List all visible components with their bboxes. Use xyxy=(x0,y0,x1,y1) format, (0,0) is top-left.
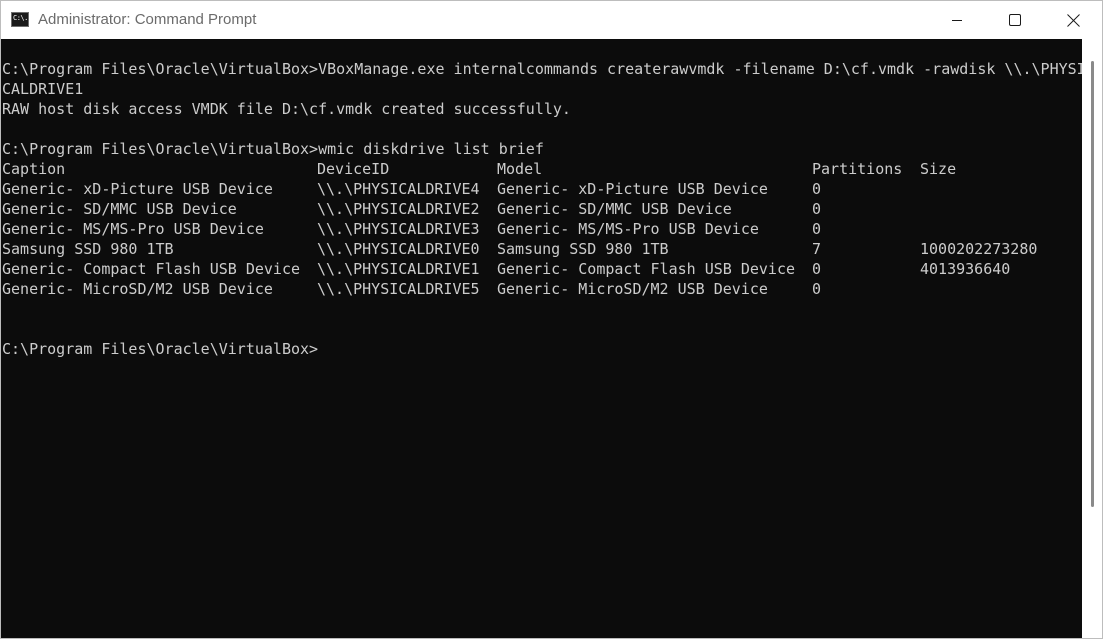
close-button[interactable] xyxy=(1044,1,1102,39)
console-output[interactable]: C:\Program Files\Oracle\VirtualBox>VBoxM… xyxy=(2,39,1082,638)
app-icon-glyph: C:\. xyxy=(13,14,28,22)
row-caption: Generic- MS/MS-Pro USB Device xyxy=(2,220,264,238)
row-caption: Generic- MicroSD/M2 USB Device xyxy=(2,280,273,298)
row-model: Generic- SD/MMC USB Device xyxy=(497,200,732,218)
row-deviceid: \\.\PHYSICALDRIVE3 xyxy=(317,220,480,238)
row-deviceid: \\.\PHYSICALDRIVE0 xyxy=(317,240,480,258)
row-partitions: 0 xyxy=(812,220,822,238)
row-deviceid: \\.\PHYSICALDRIVE4 xyxy=(317,180,480,198)
header-caption: Caption xyxy=(2,160,66,178)
row-caption: Generic- SD/MMC USB Device xyxy=(2,200,237,218)
header-size: Size xyxy=(920,160,957,178)
close-icon xyxy=(1066,13,1080,27)
command-line-wmic: C:\Program Files\Oracle\VirtualBox>wmic … xyxy=(2,140,544,158)
header-model: Model xyxy=(497,160,543,178)
row-model: Samsung SSD 980 1TB xyxy=(497,240,669,258)
command-prompt-window: C:\. Administrator: Command Prompt C:\Pr… xyxy=(0,0,1103,639)
table-header-row: Caption DeviceID Model Partitions Size xyxy=(2,159,1082,179)
table-row: Generic- MicroSD/M2 USB Device \\.\PHYSI… xyxy=(2,279,1082,299)
row-partitions: 0 xyxy=(812,260,822,278)
title-bar[interactable]: C:\. Administrator: Command Prompt xyxy=(1,1,1102,39)
row-caption: Generic- xD-Picture USB Device xyxy=(2,180,273,198)
row-deviceid: \\.\PHYSICALDRIVE2 xyxy=(317,200,480,218)
window-title: Administrator: Command Prompt xyxy=(38,11,257,28)
row-caption: Generic- Compact Flash USB Device xyxy=(2,260,301,278)
table-row: Generic- SD/MMC USB Device \\.\PHYSICALD… xyxy=(2,199,1082,219)
command-prompt-line[interactable]: C:\Program Files\Oracle\VirtualBox> xyxy=(2,339,318,359)
row-deviceid: \\.\PHYSICALDRIVE1 xyxy=(317,260,480,278)
row-deviceid: \\.\PHYSICALDRIVE5 xyxy=(317,280,480,298)
vertical-scrollbar[interactable] xyxy=(1082,39,1102,638)
row-partitions: 0 xyxy=(812,200,822,218)
header-partitions: Partitions xyxy=(812,160,903,178)
command-prompt-icon: C:\. xyxy=(11,12,29,27)
header-deviceid: DeviceID xyxy=(317,160,390,178)
row-size: 4013936640 xyxy=(920,260,1011,278)
minimize-icon xyxy=(952,20,962,21)
maximize-button[interactable] xyxy=(986,1,1044,39)
scrollbar-thumb[interactable] xyxy=(1091,61,1094,507)
table-row: Samsung SSD 980 1TB \\.\PHYSICALDRIVE0 S… xyxy=(2,239,1082,259)
row-model: Generic- xD-Picture USB Device xyxy=(497,180,768,198)
row-size: 1000202273280 xyxy=(920,240,1038,258)
row-model: Generic- Compact Flash USB Device xyxy=(497,260,796,278)
row-model: Generic- MicroSD/M2 USB Device xyxy=(497,280,768,298)
command-line-createrawvmdk: C:\Program Files\Oracle\VirtualBox>VBoxM… xyxy=(2,60,1082,78)
row-caption: Samsung SSD 980 1TB xyxy=(2,240,174,258)
command-line-wrap: CALDRIVE1 xyxy=(2,80,84,98)
command-output-line: RAW host disk access VMDK file D:\cf.vmd… xyxy=(2,100,571,118)
row-partitions: 0 xyxy=(812,180,822,198)
row-model: Generic- MS/MS-Pro USB Device xyxy=(497,220,759,238)
table-row: Generic- Compact Flash USB Device \\.\PH… xyxy=(2,259,1082,279)
table-row: Generic- xD-Picture USB Device \\.\PHYSI… xyxy=(2,179,1082,199)
row-partitions: 0 xyxy=(812,280,822,298)
table-row: Generic- MS/MS-Pro USB Device \\.\PHYSIC… xyxy=(2,219,1082,239)
maximize-icon xyxy=(1009,14,1021,26)
row-partitions: 7 xyxy=(812,240,822,258)
minimize-button[interactable] xyxy=(928,1,986,39)
